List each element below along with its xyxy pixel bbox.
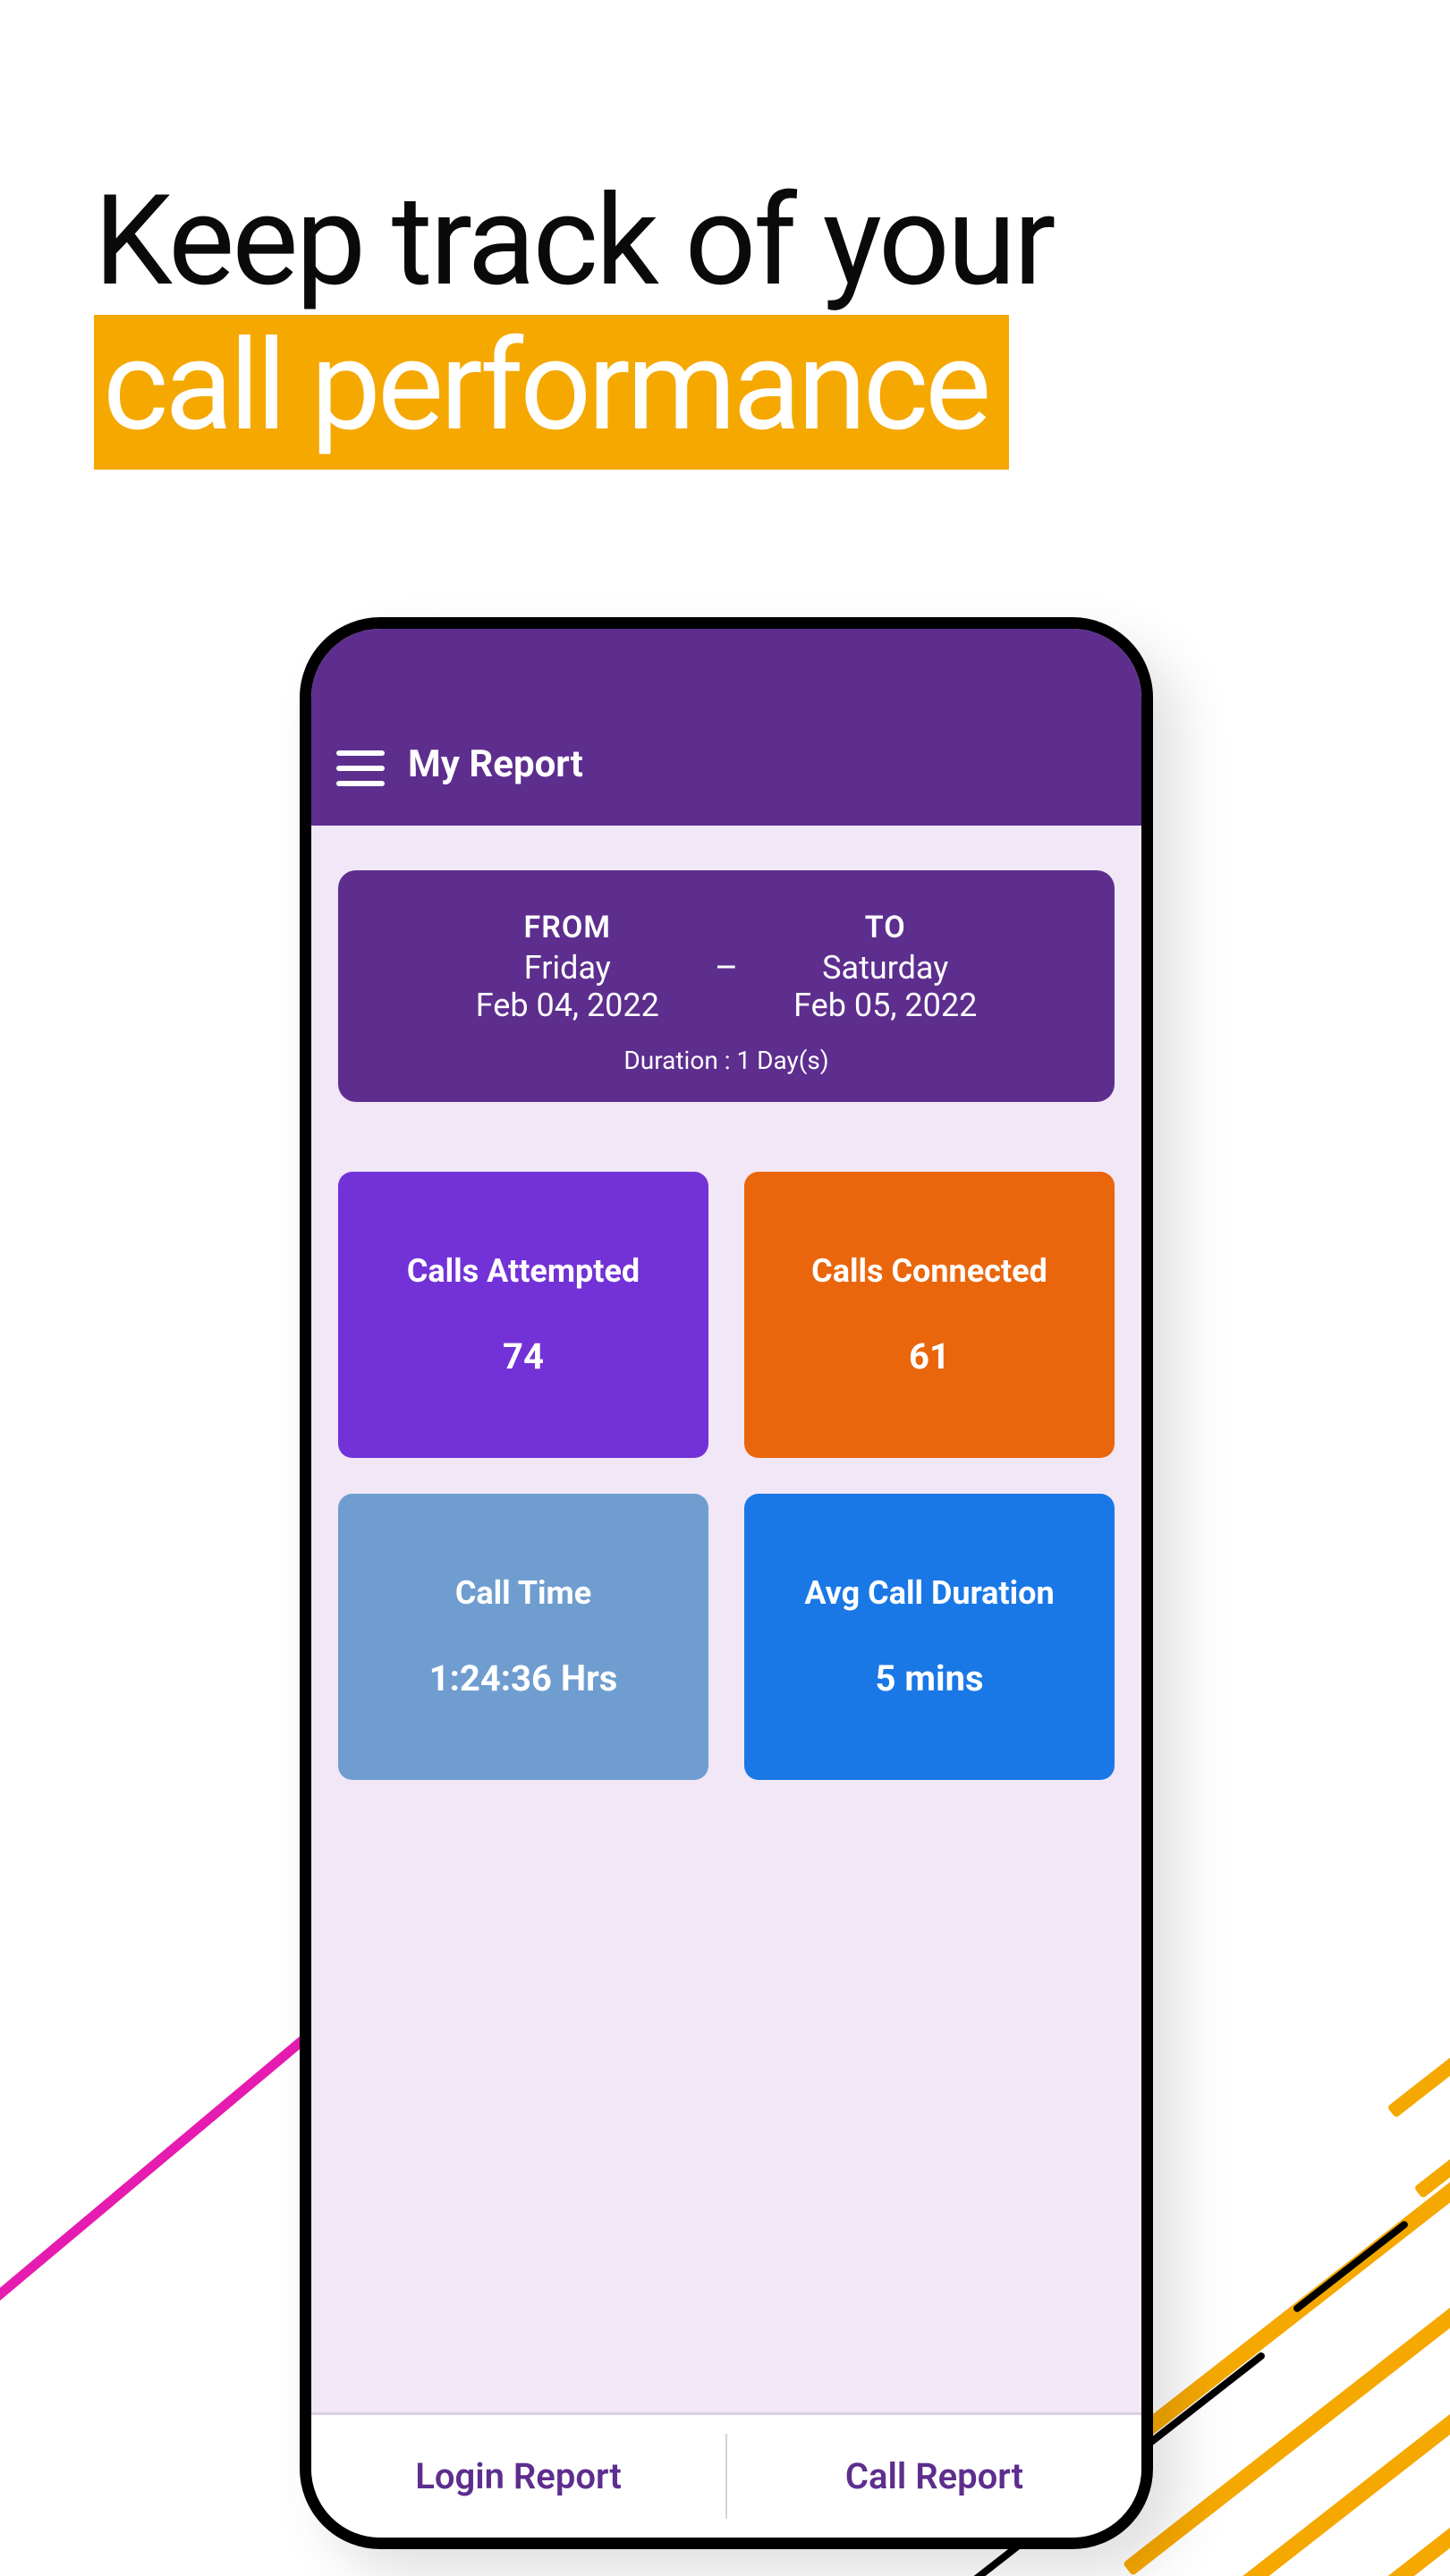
date-from-label: FROM [476,910,659,945]
stat-label: Avg Call Duration [804,1574,1054,1613]
stat-calls-connected[interactable]: Calls Connected 61 [744,1172,1115,1458]
stat-label: Calls Connected [811,1252,1047,1291]
date-range-separator: – [695,946,758,988]
headline-line-1: Keep track of your [94,179,1053,304]
date-range-duration: Duration : 1 Day(s) [370,1046,1082,1075]
stat-call-time[interactable]: Call Time 1:24:36 Hrs [338,1494,708,1780]
page-title: My Report [408,742,583,786]
date-from-day: Friday [476,949,659,987]
date-to-date: Feb 05, 2022 [793,987,977,1024]
stat-value: 74 [503,1335,544,1377]
tab-call-report[interactable]: Call Report [727,2415,1141,2538]
stat-calls-attempted[interactable]: Calls Attempted 74 [338,1172,708,1458]
bottom-tab-bar: Login Report Call Report [311,2412,1141,2538]
date-to: TO Saturday Feb 05, 2022 [793,910,977,1024]
date-from: FROM Friday Feb 04, 2022 [476,910,659,1024]
decor-line [1123,2145,1450,2576]
stat-value: 61 [909,1335,950,1377]
stat-grid: Calls Attempted 74 Calls Connected 61 Ca… [338,1172,1115,1780]
date-range-card[interactable]: FROM Friday Feb 04, 2022 – TO Saturday F… [338,870,1115,1102]
decor-line [1292,2220,1409,2314]
decor-line [1174,2222,1450,2576]
tab-login-report[interactable]: Login Report [311,2415,725,2538]
stat-value: 5 mins [875,1657,983,1699]
app-body: FROM Friday Feb 04, 2022 – TO Saturday F… [311,826,1141,1780]
headline-line-2: call performance [94,315,1009,470]
stat-value: 1:24:36 Hrs [429,1657,618,1699]
date-range-row: FROM Friday Feb 04, 2022 – TO Saturday F… [370,910,1082,1024]
marketing-headline: Keep track of your call performance [94,179,1053,470]
hamburger-menu-icon[interactable] [336,750,385,786]
date-to-label: TO [793,910,977,945]
decor-line [1291,2365,1450,2576]
decor-line [1387,1975,1450,2118]
date-to-day: Saturday [793,949,977,987]
stat-label: Calls Attempted [407,1252,640,1291]
stat-label: Call Time [455,1574,591,1613]
app-bar: My Report [311,629,1141,826]
device-frame: My Report FROM Friday Feb 04, 2022 – TO … [300,617,1153,2549]
stat-avg-duration[interactable]: Avg Call Duration 5 mins [744,1494,1115,1780]
date-from-date: Feb 04, 2022 [476,987,659,1024]
